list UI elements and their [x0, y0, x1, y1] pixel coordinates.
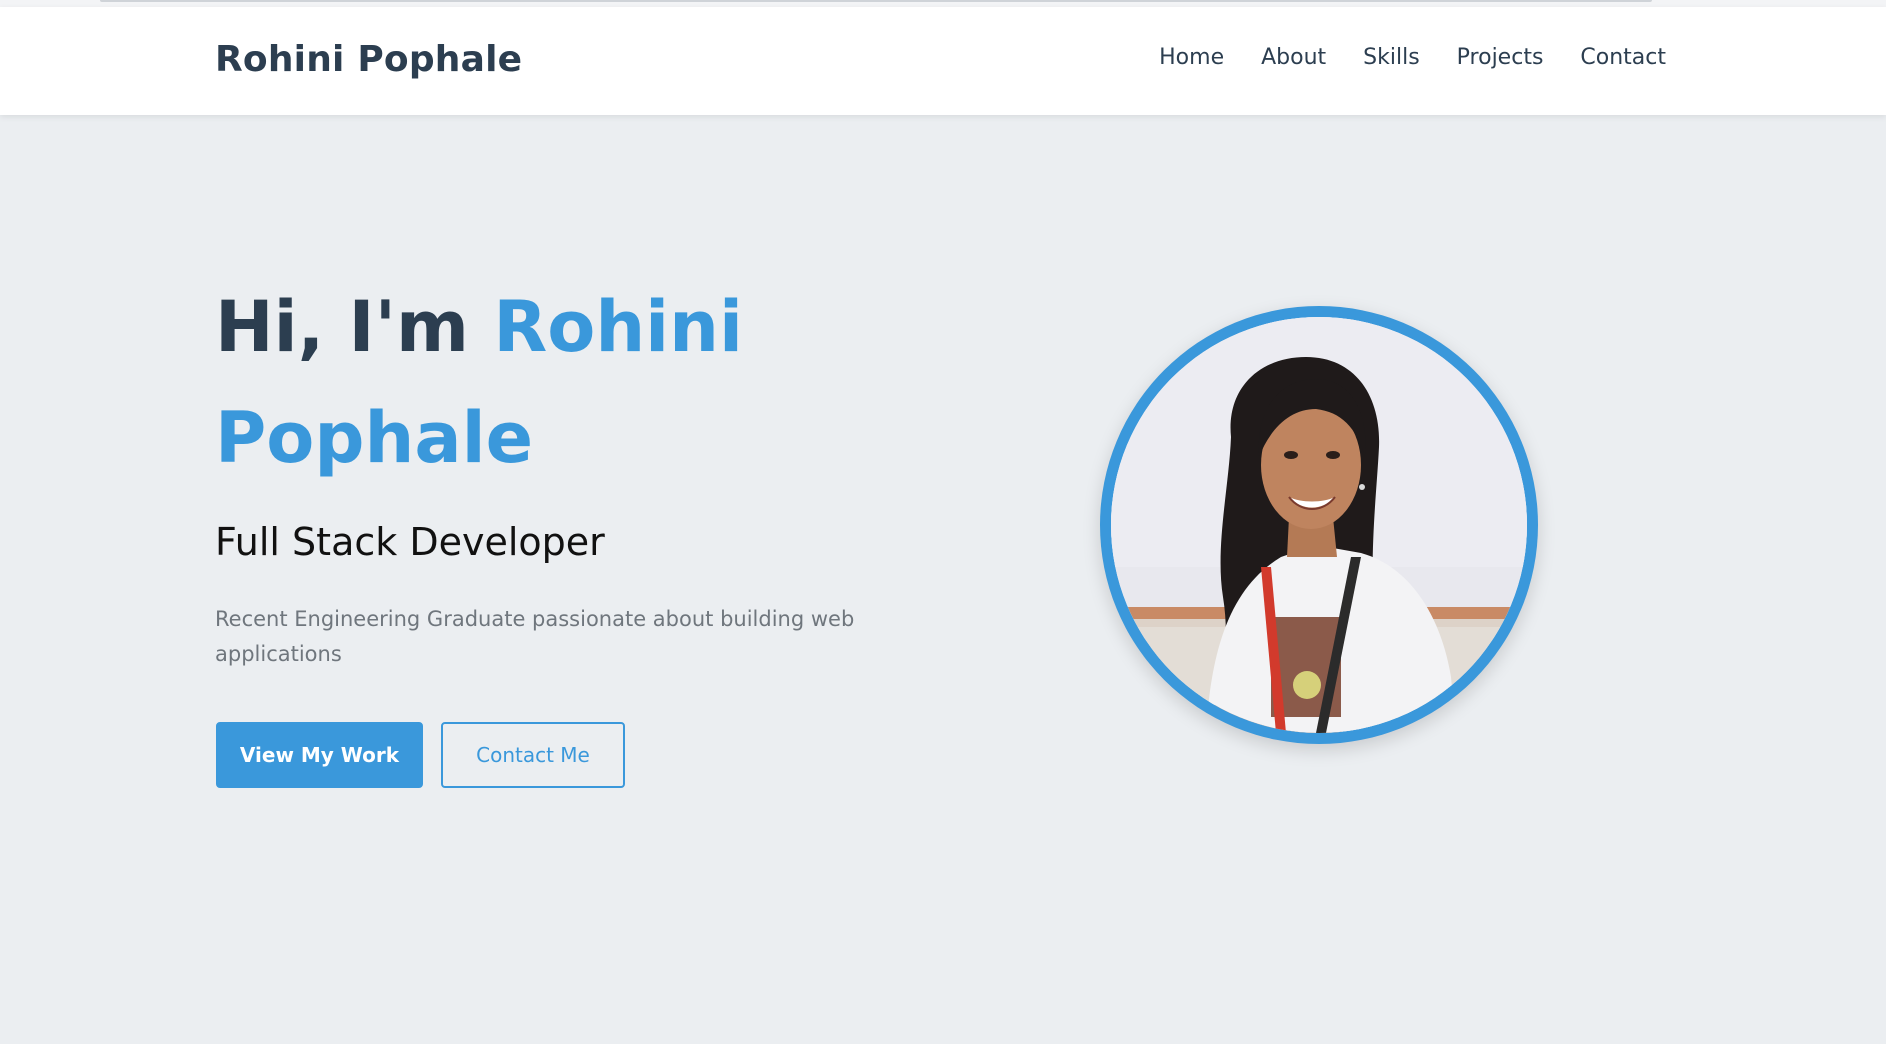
- nav-link-contact[interactable]: Contact: [1580, 45, 1666, 70]
- brand-logo[interactable]: Rohini Pophale: [215, 39, 522, 80]
- hero-role: Full Stack Developer: [215, 520, 605, 564]
- contact-me-button[interactable]: Contact Me: [441, 722, 625, 788]
- nav-link-about[interactable]: About: [1261, 45, 1326, 70]
- hero-name-first: Rohini: [493, 286, 743, 368]
- nav-link-skills[interactable]: Skills: [1363, 45, 1420, 70]
- hero-greeting: Hi, I'm: [215, 286, 469, 368]
- nav-link-projects[interactable]: Projects: [1457, 45, 1544, 70]
- hero-title: Hi, I'm Rohini Pophale: [215, 272, 915, 494]
- profile-photo-icon: [1111, 317, 1527, 733]
- hero-description: Recent Engineering Graduate passionate a…: [215, 607, 855, 666]
- nav-menu: Home About Skills Projects Contact: [1159, 45, 1666, 70]
- hero-name-last: Pophale: [215, 397, 534, 479]
- browser-top-edge: [0, 0, 1886, 7]
- profile-photo: [1111, 317, 1527, 733]
- profile-photo-frame: [1100, 306, 1538, 744]
- view-my-work-button[interactable]: View My Work: [216, 722, 423, 788]
- scrollbar-edge: [100, 0, 1652, 2]
- nav-link-home[interactable]: Home: [1159, 45, 1224, 70]
- navbar: Rohini Pophale Home About Skills Project…: [0, 7, 1886, 115]
